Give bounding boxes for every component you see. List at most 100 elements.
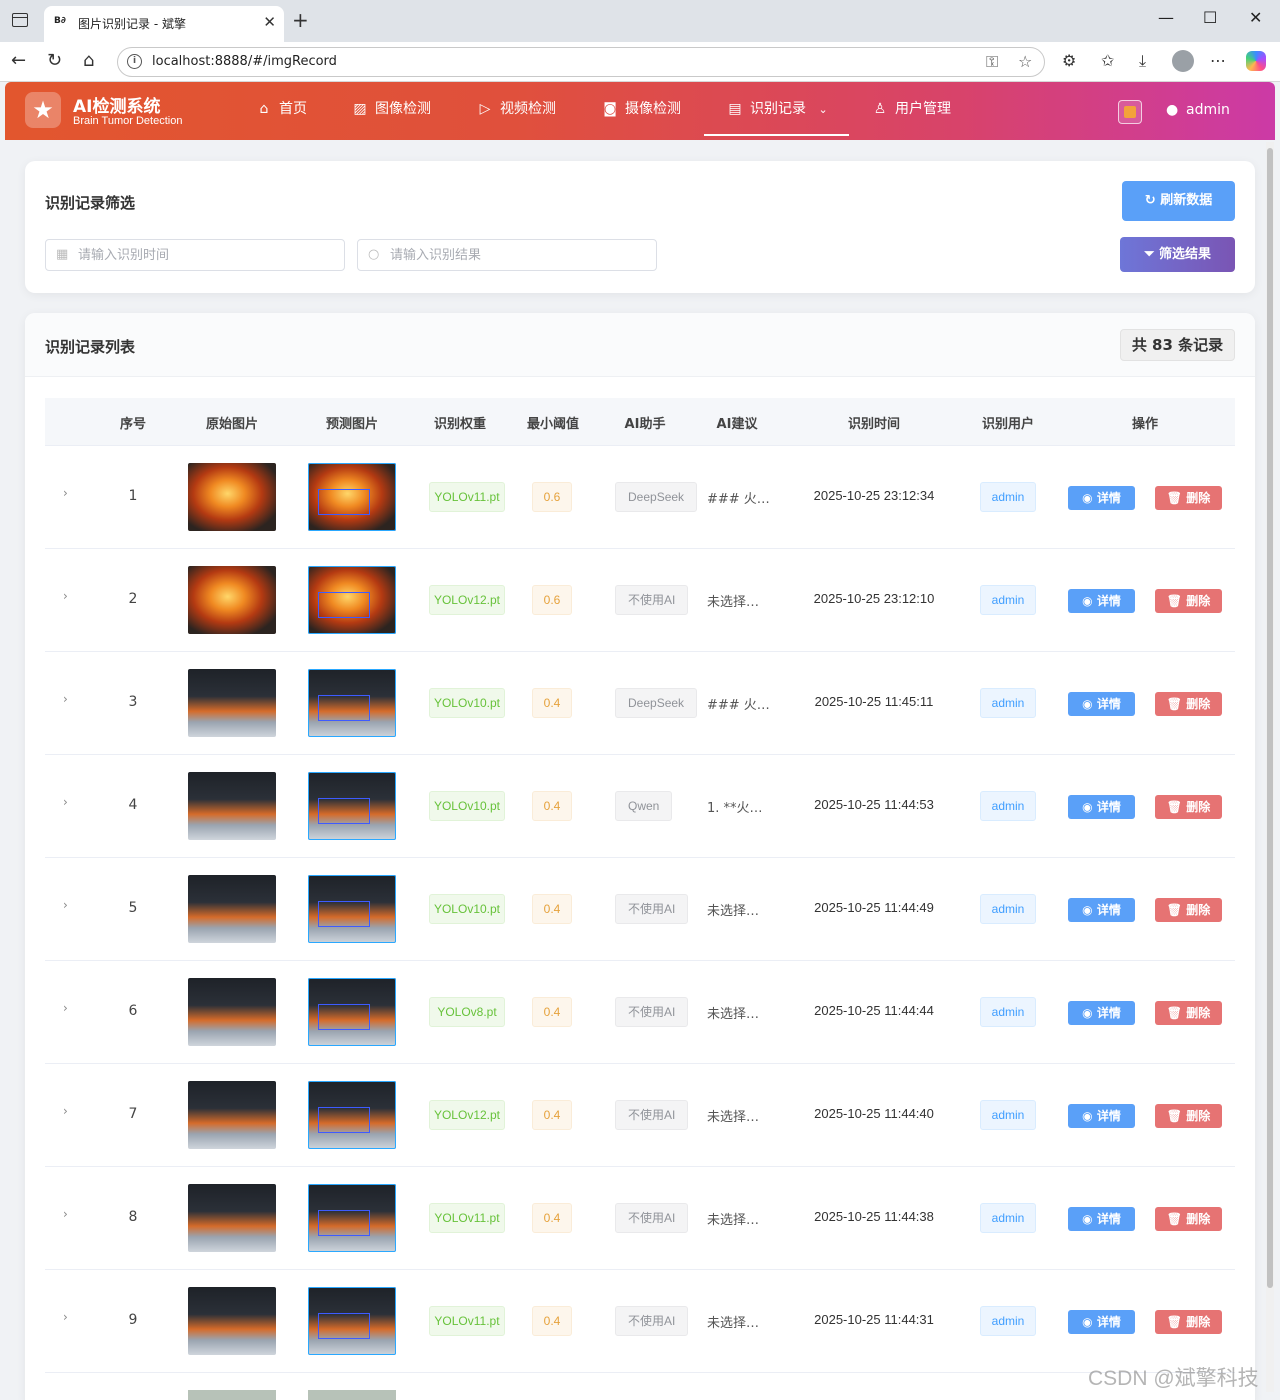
eye-icon: ◉	[1082, 1109, 1093, 1123]
original-image-thumbnail[interactable]	[188, 875, 276, 943]
predicted-image-thumbnail[interactable]	[308, 1184, 396, 1252]
delete-button[interactable]: 🗑 删除	[1155, 1207, 1222, 1231]
model-weight-tag: YOLOv12.pt	[429, 585, 505, 615]
tab-close-icon[interactable]: ✕	[263, 13, 276, 31]
detect-time: 2025-10-25 23:12:10	[813, 591, 935, 606]
original-image-thumbnail[interactable]	[188, 772, 276, 840]
scrollbar-thumb[interactable]	[1267, 148, 1273, 1288]
browser-tab[interactable]: B∂ 图片识别记录 - 斌擎 ✕	[44, 6, 284, 42]
maximize-icon[interactable]: ☐	[1203, 8, 1217, 27]
delete-button[interactable]: 🗑 删除	[1155, 589, 1222, 613]
ai-advice-text: 未选择…	[707, 1316, 760, 1331]
original-image-thumbnail[interactable]	[188, 566, 276, 634]
time-filter-field[interactable]: ▦	[45, 239, 345, 271]
browser-tabbar: B∂ 图片识别记录 - 斌擎 ✕ + — ☐ ✕	[0, 0, 1280, 42]
original-image-thumbnail[interactable]	[188, 463, 276, 531]
favorite-star-icon[interactable]: ☆	[1018, 52, 1032, 71]
site-info-icon[interactable]: i	[127, 54, 142, 69]
original-image-thumbnail[interactable]	[188, 1081, 276, 1149]
predicted-image-thumbnail[interactable]	[308, 978, 396, 1046]
predicted-image-thumbnail[interactable]	[308, 1081, 396, 1149]
original-image-thumbnail[interactable]	[188, 1184, 276, 1252]
original-image-thumbnail[interactable]	[188, 978, 276, 1046]
new-tab-icon[interactable]: +	[292, 8, 309, 32]
delete-button[interactable]: 🗑 删除	[1155, 1310, 1222, 1334]
document-icon: ▤	[728, 101, 742, 117]
expand-row-icon[interactable]: ›	[63, 692, 68, 706]
delete-label: 删除	[1186, 594, 1211, 608]
header-username[interactable]: admin	[1186, 102, 1230, 118]
nav-home[interactable]: ⌂ 首页	[255, 82, 307, 136]
delete-label: 删除	[1186, 1006, 1211, 1020]
ai-assistant-tag: DeepSeek	[615, 482, 698, 512]
ai-assistant-tag: Qwen	[615, 791, 673, 821]
detail-button[interactable]: ◉ 详情	[1068, 589, 1135, 613]
original-image-thumbnail[interactable]	[188, 1287, 276, 1355]
detail-button[interactable]: ◉ 详情	[1068, 898, 1135, 922]
delete-button[interactable]: 🗑 删除	[1155, 486, 1222, 510]
copilot-icon[interactable]	[1246, 51, 1266, 71]
trash-icon: 🗑	[1166, 800, 1183, 814]
favorites-icon[interactable]: ✩	[1101, 51, 1114, 70]
delete-label: 删除	[1186, 903, 1211, 917]
reload-icon[interactable]: ↻	[47, 50, 62, 71]
expand-row-icon[interactable]: ›	[63, 1310, 68, 1324]
detail-button[interactable]: ◉ 详情	[1068, 795, 1135, 819]
expand-row-icon[interactable]: ›	[63, 589, 68, 603]
delete-label: 删除	[1186, 697, 1211, 711]
predicted-image-thumbnail[interactable]	[308, 875, 396, 943]
expand-row-icon[interactable]: ›	[63, 1001, 68, 1015]
key-icon[interactable]: ⚿	[986, 52, 998, 72]
original-image-thumbnail[interactable]	[188, 669, 276, 737]
more-menu-icon[interactable]: ⋯	[1210, 51, 1226, 70]
nav-image-detect[interactable]: ▨ 图像检测	[351, 82, 431, 136]
url-field[interactable]: i localhost:8888/#/imgRecord ⚿ ☆	[117, 47, 1045, 77]
theme-toggle-button[interactable]	[1118, 100, 1142, 124]
home-browser-icon[interactable]: ⌂	[83, 50, 94, 71]
nav-user-manage[interactable]: ♙ 用户管理	[871, 82, 951, 136]
row-index: 6	[128, 1003, 138, 1019]
window-menu-icon[interactable]	[12, 13, 28, 27]
refresh-button[interactable]: ↻ 刷新数据	[1122, 181, 1235, 221]
detail-button[interactable]: ◉ 详情	[1068, 1001, 1135, 1025]
table-row: › 8 YOLOv11.pt 0.4 不使用AI 未选择… 2025-10-25 11:44…	[45, 1167, 1235, 1270]
minimize-icon[interactable]: —	[1158, 8, 1174, 27]
predicted-image-thumbnail[interactable]	[308, 566, 396, 634]
nav-camera-detect[interactable]: ◙ 摄像检测	[601, 82, 681, 136]
predicted-image-thumbnail[interactable]	[308, 772, 396, 840]
expand-row-icon[interactable]: ›	[63, 1104, 68, 1118]
result-filter-field[interactable]: ○	[357, 239, 657, 271]
expand-row-icon[interactable]: ›	[63, 1207, 68, 1221]
filter-button[interactable]: ⏷ 筛选结果	[1120, 237, 1235, 272]
delete-button[interactable]: 🗑 删除	[1155, 1104, 1222, 1128]
detail-button[interactable]: ◉ 详情	[1068, 1207, 1135, 1231]
nav-records[interactable]: ▤ 识别记录 ⌄	[704, 82, 849, 136]
detail-button[interactable]: ◉ 详情	[1068, 486, 1135, 510]
result-filter-input[interactable]	[390, 245, 630, 265]
col-index: 序号	[119, 417, 146, 432]
expand-row-icon[interactable]: ›	[63, 795, 68, 809]
extensions-icon[interactable]: ⚙	[1062, 51, 1076, 70]
delete-button[interactable]: 🗑 删除	[1155, 692, 1222, 716]
delete-button[interactable]: 🗑 删除	[1155, 1001, 1222, 1025]
back-icon[interactable]: ←	[11, 50, 26, 71]
detect-time: 2025-10-25 11:45:11	[814, 694, 934, 709]
nav-video-detect[interactable]: ▷ 视频检测	[476, 82, 556, 136]
detail-label: 详情	[1096, 1006, 1121, 1020]
time-filter-input[interactable]	[78, 245, 318, 265]
download-icon[interactable]: ⤓	[1139, 51, 1146, 71]
expand-row-icon[interactable]: ›	[63, 898, 68, 912]
window-close-icon[interactable]: ✕	[1249, 8, 1262, 27]
predicted-image-thumbnail[interactable]	[308, 1287, 396, 1355]
expand-row-icon[interactable]: ›	[63, 486, 68, 500]
app-subtitle: Brain Tumor Detection	[73, 115, 183, 127]
profile-avatar[interactable]	[1172, 50, 1194, 72]
detail-button[interactable]: ◉ 详情	[1068, 692, 1135, 716]
delete-button[interactable]: 🗑 删除	[1155, 898, 1222, 922]
detail-button[interactable]: ◉ 详情	[1068, 1310, 1135, 1334]
detail-button[interactable]: ◉ 详情	[1068, 1104, 1135, 1128]
delete-button[interactable]: 🗑 删除	[1155, 795, 1222, 819]
ai-assistant-tag: 不使用AI	[615, 894, 689, 924]
predicted-image-thumbnail[interactable]	[308, 463, 396, 531]
predicted-image-thumbnail[interactable]	[308, 669, 396, 737]
